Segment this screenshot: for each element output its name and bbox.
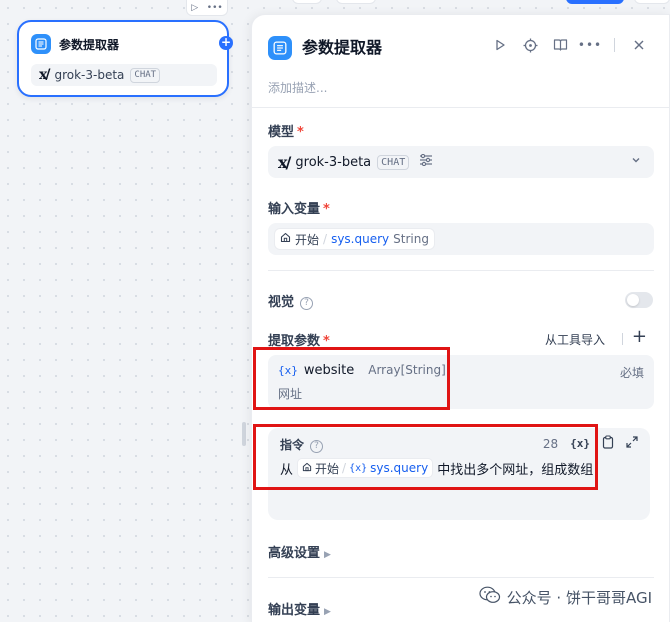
wechat-icon [479, 586, 501, 608]
advanced-settings-toggle[interactable]: 高级设置 ▶ [268, 542, 331, 561]
model-name: grok-3-beta [295, 154, 372, 170]
model-tag: CHAT [377, 154, 410, 170]
insert-variable-button[interactable]: {x} [570, 437, 590, 450]
more-icon[interactable]: ••• [578, 37, 601, 53]
instruction-suffix: 中找出多个网址，组成数组 [437, 462, 594, 478]
xai-logo-icon: x/ [39, 67, 51, 83]
required-mark: * [297, 125, 304, 140]
node-settings-panel: 参数提取器 ••• 添加描述... 模型 * x/ grok-3-beta CHA… [251, 14, 670, 622]
param-type: Array[String] [368, 363, 446, 377]
expand-icon[interactable] [626, 436, 638, 451]
home-icon [302, 461, 312, 475]
param-required-label: 必填 [619, 366, 644, 380]
var-name: sys.query [370, 461, 429, 475]
extract-params-label: 提取参数 * [268, 330, 330, 349]
model-label-text: 模型 [268, 125, 295, 140]
import-from-tool-button[interactable]: 从工具导入 [545, 331, 605, 348]
help-icon[interactable]: ? [310, 440, 324, 453]
param-description: 网址 [278, 387, 303, 401]
var-type: String [393, 232, 429, 246]
close-icon[interactable] [631, 37, 647, 53]
input-var-chip[interactable]: 开始 / sys.query String [274, 228, 435, 250]
section-divider [268, 270, 654, 271]
param-item[interactable]: {x} website Array[String] 必填 网址 [268, 355, 654, 409]
clipboard-icon[interactable] [602, 435, 614, 452]
parameter-extractor-node[interactable]: 参数提取器 x/ grok-3-beta CHAT [17, 20, 229, 97]
run-icon[interactable]: ▷ [191, 3, 198, 13]
vision-label: 视觉? [268, 291, 314, 310]
required-mark: * [323, 202, 330, 217]
variable-icon: {x} [349, 462, 368, 474]
model-selector[interactable]: x/ grok-3-beta CHAT [268, 146, 654, 178]
vision-toggle[interactable] [625, 292, 653, 308]
param-name: website [303, 363, 355, 378]
path-separator: / [323, 232, 328, 246]
publish-button[interactable] [566, 0, 624, 4]
node-header: 参数提取器 [31, 34, 119, 54]
xai-logo-icon: x/ [278, 152, 291, 172]
top-toolbar-button[interactable] [336, 0, 376, 4]
add-next-node-handle[interactable]: + [219, 36, 233, 50]
instruction-label-text: 指令 [280, 438, 305, 452]
panel-header: 参数提取器 ••• 添加描述... [252, 15, 669, 108]
top-toolbar-button[interactable] [292, 0, 322, 4]
instruction-editor[interactable]: 指令? 28 {x} 从 开始 / {x} sys.query 中找出多个网址，… [268, 428, 650, 520]
watermark: 公众号 · 饼干哥哥AGI [479, 586, 652, 608]
instruction-var-chip[interactable]: 开始 / {x} sys.query [297, 458, 434, 478]
output-vars-toggle[interactable]: 输出变量 ▶ [268, 599, 331, 618]
node-title: 参数提取器 [59, 37, 120, 52]
instruction-label: 指令? [280, 436, 324, 453]
description-input[interactable]: 添加描述... [268, 79, 327, 96]
input-vars-label: 输入变量 * [268, 198, 330, 217]
divider [622, 333, 623, 345]
more-icon[interactable]: ••• [207, 3, 223, 13]
watermark-text: 公众号 · 饼干哥哥AGI [506, 588, 652, 607]
node-model-tag: CHAT [130, 67, 161, 83]
input-var-selector[interactable]: 开始 / sys.query String [268, 223, 654, 255]
panel-actions: ••• [492, 37, 647, 53]
node-model-badge: x/ grok-3-beta CHAT [31, 64, 217, 86]
char-count: 28 [542, 436, 559, 451]
param-header: {x} website Array[String] [278, 363, 446, 378]
section-divider [268, 577, 654, 578]
extract-params-label-text: 提取参数 [268, 334, 321, 349]
output-vars-label: 输出变量 [268, 603, 321, 618]
top-toolbar-button[interactable] [634, 0, 670, 4]
instruction-prefix: 从 [280, 462, 294, 478]
path-separator: / [342, 461, 347, 475]
model-settings-icon[interactable] [419, 153, 433, 170]
panel-resize-handle[interactable] [242, 422, 246, 446]
instruction-text[interactable]: 从 开始 / {x} sys.query 中找出多个网址，组成数组 [280, 458, 593, 478]
add-param-button[interactable]: + [632, 328, 647, 346]
node-model-name: grok-3-beta [54, 68, 125, 82]
required-mark: * [323, 334, 330, 349]
parameter-extractor-icon [268, 36, 292, 60]
model-label: 模型 * [268, 121, 304, 140]
panel-title[interactable]: 参数提取器 [302, 36, 382, 60]
docs-book-icon[interactable] [552, 37, 568, 53]
parameter-extractor-icon [31, 34, 51, 54]
vision-label-text: 视觉 [268, 295, 295, 310]
node-toolbar: ▷ ••• [186, 0, 228, 16]
instruction-tools: 28 {x} [543, 435, 638, 452]
var-source: 开始 [295, 232, 320, 247]
input-vars-label-text: 输入变量 [268, 202, 321, 217]
chevron-down-icon [630, 154, 642, 170]
variable-icon: {x} [278, 364, 298, 377]
divider [614, 38, 615, 52]
help-icon[interactable]: ? [300, 297, 314, 310]
locate-icon[interactable] [522, 37, 538, 53]
run-step-icon[interactable] [492, 37, 508, 53]
caret-right-icon: ▶ [324, 607, 331, 617]
caret-right-icon: ▶ [324, 550, 331, 560]
home-icon [280, 232, 291, 246]
advanced-settings-label: 高级设置 [268, 546, 321, 561]
var-source: 开始 [315, 461, 340, 476]
var-name: sys.query [331, 232, 390, 246]
